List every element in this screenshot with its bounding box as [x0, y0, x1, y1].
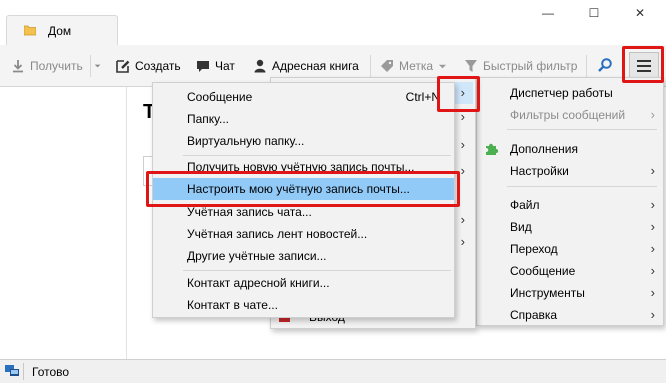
chevron-right-icon: ›: [650, 285, 655, 300]
connection-icon: [5, 365, 19, 376]
status-bar: Готово: [0, 359, 666, 383]
menu-item-label: Диспетчер работы: [510, 86, 613, 100]
pencil-icon: [116, 60, 130, 73]
menu-item-tools[interactable]: Инструменты ›: [477, 282, 663, 304]
menu-item-activity-manager[interactable]: Диспетчер работы: [477, 82, 663, 104]
chevron-right-icon: ›: [650, 107, 655, 122]
menu-separator: [507, 129, 657, 130]
app-main-menu: Диспетчер работы Фильтры сообщений › Доп…: [476, 77, 664, 326]
search-icon[interactable]: [597, 57, 613, 73]
maximize-button[interactable]: ☐: [581, 6, 607, 26]
menu-item-message[interactable]: Сообщение ›: [477, 260, 663, 282]
annotation-highlight-setup-account: [146, 171, 460, 207]
menu-item-label: Другие учётные записи...: [187, 249, 327, 263]
pane-divider: [126, 87, 127, 359]
menu-item-label: Настройки: [510, 164, 569, 178]
submenu-item-message[interactable]: Сообщение Ctrl+N: [153, 86, 454, 108]
person-icon: [254, 59, 266, 73]
menu-item-label: Вид: [510, 220, 532, 234]
menu-item-label: Сообщение: [510, 264, 576, 278]
get-messages-label: Получить: [30, 59, 83, 73]
menu-item-go[interactable]: Переход ›: [477, 238, 663, 260]
menu-item-settings[interactable]: Настройки ›: [477, 160, 663, 182]
status-divider: [23, 363, 24, 380]
menu-item-label: Виртуальную папку...: [187, 134, 305, 148]
menu-item-label: Файл: [510, 198, 540, 212]
download-icon: [13, 60, 23, 73]
chat-button[interactable]: Чат: [196, 58, 235, 74]
get-messages-button[interactable]: Получить: [11, 58, 83, 74]
tag-icon: [381, 60, 393, 72]
submenu-item-other-accounts[interactable]: Другие учётные записи...: [153, 245, 454, 267]
menu-item-label: Учётная запись лент новостей...: [187, 227, 368, 241]
puzzle-icon: [486, 143, 498, 155]
close-button[interactable]: ✕: [627, 6, 653, 26]
toolbar-divider: [370, 55, 371, 77]
folder-icon: [24, 25, 36, 36]
annotation-highlight-new-arrow: [437, 76, 480, 112]
quick-filter-label: Быстрый фильтр: [483, 59, 578, 73]
submenu-item-virtual-folder[interactable]: Виртуальную папку...: [153, 130, 454, 152]
chevron-right-icon: ›: [650, 219, 655, 234]
menu-separator: [507, 186, 657, 187]
menu-item-label: Учётная запись чата...: [187, 205, 312, 219]
chat-label: Чат: [215, 59, 235, 73]
menu-item-label: Справка: [510, 308, 558, 322]
menu-item-label: Фильтры сообщений: [510, 108, 626, 122]
menu-item-view[interactable]: Вид ›: [477, 216, 663, 238]
menu-item-label: Переход: [510, 242, 558, 256]
annotation-highlight-menu-button: [622, 46, 664, 83]
tag-label: Метка: [399, 59, 434, 73]
menu-item-help[interactable]: Справка ›: [477, 304, 663, 326]
get-messages-dropdown[interactable]: [94, 58, 104, 74]
toolbar-divider: [586, 55, 587, 77]
submenu-item-address-contact[interactable]: Контакт адресной книги...: [153, 272, 454, 294]
chevron-right-icon: ›: [650, 241, 655, 256]
menu-item-message-filters[interactable]: Фильтры сообщений ›: [477, 104, 663, 126]
title-bar: Дом — ☐ ✕: [0, 0, 666, 45]
tab-title: Дом: [48, 24, 72, 38]
create-label: Создать: [135, 59, 181, 73]
menu-item-label: Дополнения: [510, 142, 578, 156]
menu-item-label: Сообщение: [187, 90, 253, 104]
chevron-down-icon: [94, 64, 101, 68]
menu-item-label: Контакт в чате...: [187, 298, 278, 312]
chevron-right-icon: ›: [460, 212, 465, 227]
create-button[interactable]: Создать: [116, 58, 181, 74]
submenu-item-folder[interactable]: Папку...: [153, 108, 454, 130]
filter-icon: [465, 60, 477, 72]
chevron-right-icon: ›: [460, 137, 465, 152]
menu-item-label: Контакт адресной книги...: [187, 276, 330, 290]
tag-button[interactable]: Метка: [380, 58, 447, 74]
tab-home[interactable]: Дом: [6, 15, 118, 45]
chevron-right-icon: ›: [460, 163, 465, 178]
menu-item-addons[interactable]: Дополнения: [477, 138, 663, 160]
chevron-down-icon: [438, 64, 447, 68]
minimize-button[interactable]: —: [535, 6, 561, 26]
chat-bubble-icon: [197, 61, 209, 72]
chevron-right-icon: ›: [650, 163, 655, 178]
chevron-right-icon: ›: [650, 307, 655, 322]
address-book-button[interactable]: Адресная книга: [253, 58, 359, 74]
submenu-item-chat-contact[interactable]: Контакт в чате...: [153, 294, 454, 316]
menu-item-label: Папку...: [187, 112, 229, 126]
shortcut-label: Ctrl+N: [405, 90, 440, 104]
chevron-right-icon: ›: [460, 234, 465, 249]
chevron-right-icon: ›: [650, 197, 655, 212]
toolbar-divider: [90, 55, 91, 77]
menu-item-label: Инструменты: [510, 286, 585, 300]
status-text: Готово: [32, 365, 70, 379]
submenu-item-feed-account[interactable]: Учётная запись лент новостей...: [153, 223, 454, 245]
menu-item-file[interactable]: Файл ›: [477, 194, 663, 216]
address-book-label: Адресная книга: [272, 59, 359, 73]
menu-separator: [183, 270, 451, 271]
chevron-right-icon: ›: [650, 263, 655, 278]
quick-filter-button[interactable]: Быстрый фильтр: [464, 58, 577, 74]
